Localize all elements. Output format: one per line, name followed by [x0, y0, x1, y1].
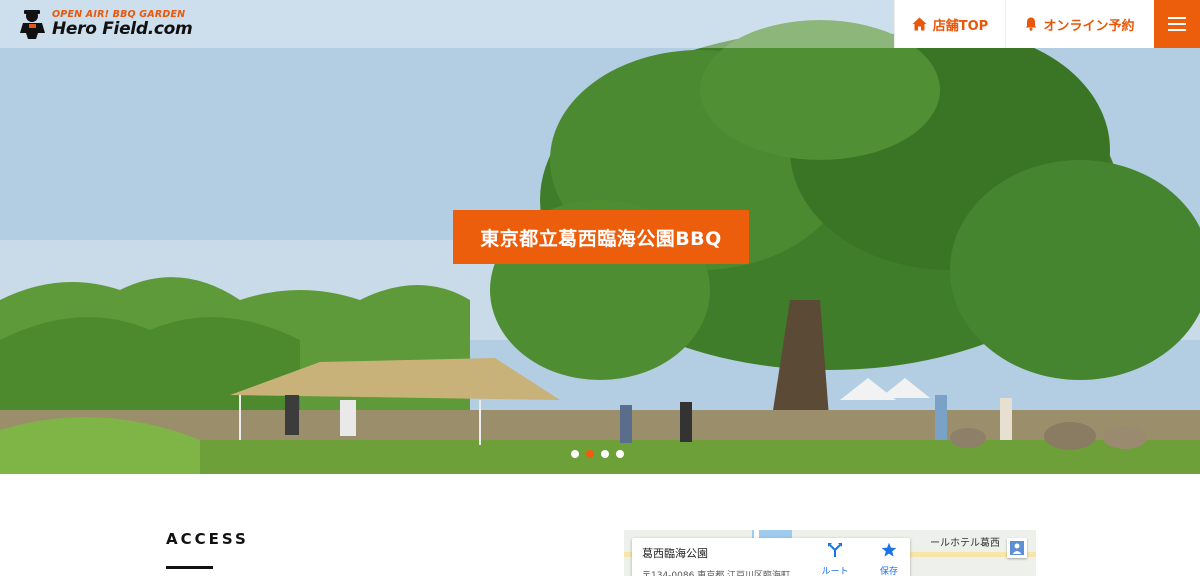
nav-online-reserve[interactable]: オンライン予約: [1005, 0, 1154, 48]
nav-online-reserve-label: オンライン予約: [1043, 18, 1135, 34]
person-icon: [1010, 541, 1024, 555]
map-place-card: 葛西臨海公園 〒134-0086 東京都 江戸川区臨海町 ルート 保存: [632, 538, 910, 576]
slider-dot-2[interactable]: [586, 450, 594, 458]
map-pegman-button[interactable]: [1007, 538, 1027, 558]
site-header: OPEN AIR! BBQ GARDEN Hero Field.com 店舗TO…: [0, 0, 1200, 48]
google-map[interactable]: ールホテル葛西 葛西臨海公園 〒134-0086 東京都 江戸川区臨海町 ルート…: [624, 530, 1036, 576]
home-icon: [912, 17, 927, 31]
map-route-label: ルート: [821, 567, 849, 576]
page: 東京都立葛西臨海公園BBQ OPEN AIR! BBQ GARDEN Hero …: [0, 0, 1200, 576]
nav-store-top[interactable]: 店舗TOP: [894, 0, 1005, 48]
directions-icon: [828, 543, 842, 557]
map-save-label: 保存: [879, 567, 898, 576]
hamburger-menu-icon: [1168, 17, 1186, 31]
map-place-address: 〒134-0086 東京都 江戸川区臨海町: [642, 571, 791, 576]
logo-tagline: OPEN AIR! BBQ GARDEN: [52, 8, 186, 20]
map-poi-label: ールホテル葛西: [930, 538, 1000, 549]
header-nav: 店舗TOP オンライン予約: [894, 0, 1200, 48]
star-icon: [881, 542, 897, 557]
access-heading-underline: [166, 566, 213, 569]
slider-dot-3[interactable]: [601, 450, 609, 458]
slider-dot-4[interactable]: [616, 450, 624, 458]
hero-mascot-icon: [20, 10, 45, 39]
hero-slider: 東京都立葛西臨海公園BBQ: [0, 0, 1200, 474]
bell-icon: [1025, 17, 1037, 31]
nav-store-top-label: 店舗TOP: [932, 18, 989, 34]
map-route-button[interactable]: ルート: [818, 542, 852, 576]
site-logo[interactable]: OPEN AIR! BBQ GARDEN Hero Field.com: [18, 6, 218, 42]
hero-title: 東京都立葛西臨海公園BBQ: [453, 210, 749, 264]
menu-button[interactable]: [1154, 0, 1200, 48]
map-place-name[interactable]: 葛西臨海公園: [642, 545, 708, 561]
logo-name: Hero Field.com: [52, 19, 193, 40]
slider-pagination: [571, 450, 624, 458]
access-heading: ACCESS: [166, 530, 249, 548]
map-save-button[interactable]: 保存: [872, 542, 906, 576]
slider-dot-1[interactable]: [571, 450, 579, 458]
